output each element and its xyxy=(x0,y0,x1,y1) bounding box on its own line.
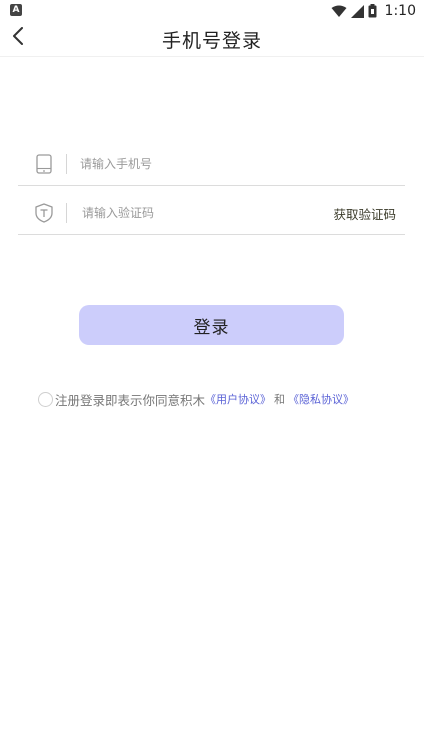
status-bar: A 1:10 xyxy=(0,0,424,22)
app-notification-icon: A xyxy=(10,4,22,16)
agree-checkbox[interactable] xyxy=(38,391,53,407)
signal-icon xyxy=(350,4,364,18)
phone-input[interactable] xyxy=(80,153,310,175)
status-indicators: 1:10 xyxy=(331,2,416,20)
page-title: 手机号登录 xyxy=(161,30,262,52)
header: 手机号登录 xyxy=(0,22,424,57)
phone-icon xyxy=(34,154,54,174)
code-input[interactable] xyxy=(82,202,312,224)
shield-icon xyxy=(34,203,54,223)
divider xyxy=(66,203,67,223)
privacy-agreement-link[interactable]: 《隐私协议》 xyxy=(288,391,354,407)
agreement: 注册登录即表示你同意积木 《用户协议》 和 《隐私协议》 xyxy=(38,389,354,409)
code-row: 获取验证码 xyxy=(18,194,405,235)
divider xyxy=(66,154,67,174)
agreement-and-text: 和 xyxy=(274,393,286,406)
phone-row xyxy=(18,145,405,186)
wifi-icon xyxy=(331,5,347,18)
battery-icon xyxy=(368,4,377,18)
status-time: 1:10 xyxy=(384,3,416,19)
agreement-text: 注册登录即表示你同意积木 xyxy=(55,392,206,408)
get-code-button[interactable]: 获取验证码 xyxy=(333,204,396,223)
user-agreement-link[interactable]: 《用户协议》 xyxy=(205,391,271,407)
login-button[interactable]: 登录 xyxy=(79,305,344,345)
